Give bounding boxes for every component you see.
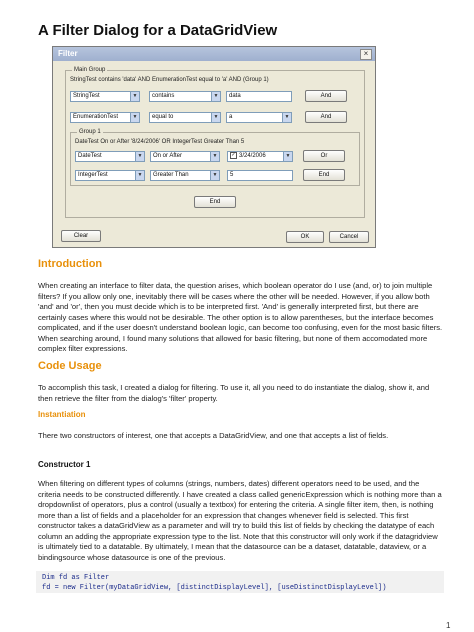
instantiation-heading: Instantiation [38, 410, 86, 419]
chevron-down-icon: ▼ [211, 113, 220, 122]
group1-condition: DateTest On or After '8/24/2006' OR Inte… [75, 139, 245, 145]
operator-select-value: contains [152, 93, 175, 99]
main-group-box: Main Group StringTest contains 'data' AN… [65, 66, 365, 218]
close-icon[interactable]: × [360, 49, 372, 60]
ok-button[interactable]: OK [286, 231, 324, 243]
and-button-2[interactable]: And [305, 111, 347, 123]
group1-box: Group 1 DateTest On or After '8/24/2006'… [70, 128, 360, 186]
criteria-input-4[interactable]: 5 [227, 170, 293, 181]
constructor1-paragraph: When filtering on different types of col… [38, 479, 442, 562]
dialog-title: Filter [58, 49, 78, 58]
operator-select-value: Greater Than [153, 172, 189, 178]
introduction-heading: Introduction [38, 258, 103, 270]
chevron-down-icon: ▼ [130, 92, 139, 101]
chevron-down-icon: ▼ [210, 171, 219, 180]
operator-select-2[interactable]: equal to ▼ [149, 112, 221, 123]
field-select-value: EnumerationTest [73, 114, 119, 120]
chevron-down-icon: ▼ [211, 92, 220, 101]
criteria-input-1[interactable]: data [226, 91, 292, 102]
chevron-down-icon: ▼ [283, 152, 292, 161]
operator-select-4[interactable]: Greater Than ▼ [150, 170, 220, 181]
field-select-value: DateTest [78, 153, 102, 159]
main-group-condition: StringTest contains 'data' AND Enumerati… [70, 77, 269, 83]
document-page: A Filter Dialog for a DataGridView Filte… [0, 0, 474, 632]
code-usage-heading: Code Usage [38, 360, 102, 372]
date-picker[interactable]: ✓ 3/24/2006 ▼ [227, 151, 293, 162]
or-button[interactable]: Or [303, 150, 345, 162]
code-line-1: Dim fd as Filter [42, 574, 110, 582]
field-select-3[interactable]: DateTest ▼ [75, 151, 145, 162]
and-button-1[interactable]: And [305, 90, 347, 102]
end-button-group1[interactable]: End [303, 169, 345, 181]
introduction-paragraph: When creating an interface to filter dat… [38, 281, 443, 353]
chevron-down-icon: ▼ [135, 152, 144, 161]
instantiation-paragraph: There two constructors of interest, one … [38, 431, 389, 440]
chevron-down-icon: ▼ [130, 113, 139, 122]
operator-select-1[interactable]: contains ▼ [149, 91, 221, 102]
code-line-2: fd = new Filter(myDataGridView, [distinc… [42, 584, 387, 592]
group1-label: Group 1 [77, 128, 103, 137]
field-select-4[interactable]: IntegerTest ▼ [75, 170, 145, 181]
criteria-select-2[interactable]: a ▼ [226, 112, 292, 123]
dialog-titlebar: Filter [53, 47, 375, 61]
filter-dialog: Filter × Main Group StringTest contains … [52, 46, 376, 248]
field-select-value: StringTest [73, 93, 100, 99]
chevron-down-icon: ▼ [282, 113, 291, 122]
end-button-main[interactable]: End [194, 196, 236, 208]
operator-select-value: equal to [152, 114, 174, 120]
field-select-2[interactable]: EnumerationTest ▼ [70, 112, 140, 123]
date-picker-value: 3/24/2006 [239, 153, 266, 160]
chevron-down-icon: ▼ [135, 171, 144, 180]
cancel-button[interactable]: Cancel [329, 231, 369, 243]
code-usage-paragraph: To accomplish this task, I created a dia… [38, 383, 430, 403]
operator-select-value: On or After [153, 153, 183, 159]
code-block: Dim fd as Filter fd = new Filter(myDataGr… [36, 571, 444, 593]
page-title: A Filter Dialog for a DataGridView [38, 22, 278, 39]
field-select-value: IntegerTest [78, 172, 108, 178]
criteria-select-value: a [229, 114, 233, 120]
field-select-1[interactable]: StringTest ▼ [70, 91, 140, 102]
main-group-label: Main Group [72, 66, 108, 75]
constructor1-heading: Constructor 1 [38, 460, 91, 469]
chevron-down-icon: ▼ [210, 152, 219, 161]
checkbox-icon: ✓ [230, 152, 237, 159]
clear-button[interactable]: Clear [61, 230, 101, 242]
page-number: 1 [446, 621, 451, 630]
operator-select-3[interactable]: On or After ▼ [150, 151, 220, 162]
